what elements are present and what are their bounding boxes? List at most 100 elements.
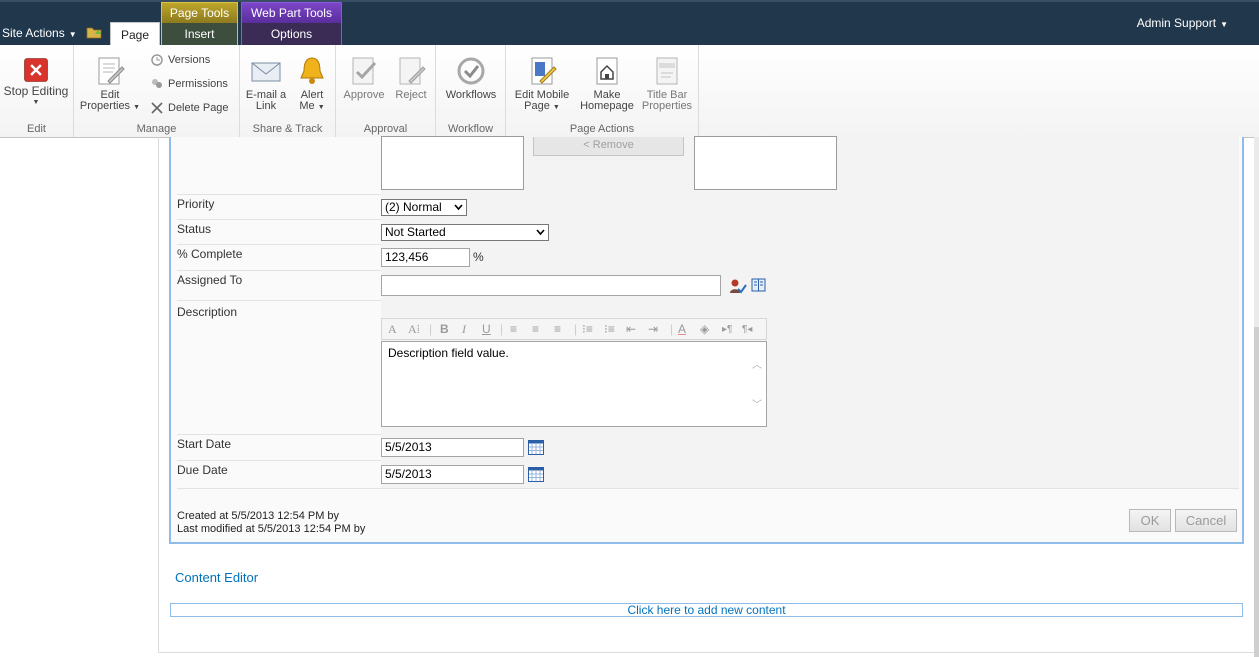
due-date-input[interactable]: 5/5/2013 — [381, 465, 524, 484]
user-name: Admin Support — [1136, 16, 1217, 30]
align-center-icon[interactable]: ≡ — [532, 322, 539, 336]
stop-editing-button[interactable]: Stop Editing ▼ — [2, 57, 70, 108]
site-actions-menu[interactable]: Site Actions ▼ — [2, 26, 77, 40]
numbered-list-icon[interactable]: ⁝≡ — [582, 322, 593, 336]
priority-field: (2) Normal — [381, 194, 1239, 219]
title-bar-properties-icon — [656, 57, 678, 85]
font-size-icon[interactable]: A⁞ — [408, 322, 420, 337]
workflows-button[interactable]: Workflows — [440, 55, 502, 101]
bold-icon[interactable]: B — [440, 322, 449, 336]
tab-insert[interactable]: Insert — [162, 23, 237, 45]
edit-mobile-page-button[interactable]: Edit Mobile Page ▼ — [510, 55, 574, 113]
underline-icon[interactable]: U — [482, 322, 491, 336]
group-label-manage: Manage — [136, 123, 177, 135]
delete-page-label: Delete Page — [168, 102, 229, 114]
page-tools-group: Page Tools Insert — [161, 2, 238, 45]
form-row-description: Description A A⁞ | B I U | ≡ ≡ ≡ | ⁝≡ ⁝≡… — [177, 300, 1239, 435]
home-icon — [596, 57, 618, 85]
priority-select[interactable]: (2) Normal — [381, 199, 467, 216]
site-actions-label: Site Actions — [2, 26, 65, 40]
available-items-listbox[interactable] — [381, 136, 524, 190]
chevron-down-icon: ▼ — [133, 104, 141, 111]
ok-button[interactable]: OK — [1129, 509, 1171, 532]
page-scrollbar[interactable] — [1254, 137, 1259, 657]
form-row-related: < Remove — [177, 136, 1239, 195]
approve-button[interactable]: Approve — [340, 55, 388, 101]
status-select[interactable]: Not Started — [381, 224, 549, 241]
stop-editing-icon — [24, 58, 48, 82]
text-color-icon[interactable]: A — [678, 322, 686, 336]
make-homepage-button[interactable]: Make Homepage — [576, 55, 638, 112]
chevron-down-icon — [536, 229, 545, 236]
reject-button[interactable]: Reject — [390, 55, 432, 101]
highlight-color-icon[interactable]: ◈ — [700, 322, 709, 336]
permissions-button[interactable]: Permissions — [150, 75, 228, 93]
ribbon-group-workflow: Workflows Workflow — [436, 45, 506, 137]
align-right-icon[interactable]: ≡ — [554, 322, 561, 336]
form-row-priority: Priority (2) Normal — [177, 194, 1239, 220]
alert-me-button[interactable]: Alert Me ▼ — [292, 55, 332, 113]
calendar-icon[interactable] — [528, 467, 544, 482]
priority-value: (2) Normal — [385, 200, 442, 214]
check-names-icon[interactable] — [729, 278, 747, 294]
versions-button[interactable]: Versions — [150, 51, 210, 69]
description-value: Description field value. — [388, 346, 509, 360]
edit-mobile-line2: Page — [524, 100, 550, 112]
tab-page[interactable]: Page — [110, 22, 160, 45]
modified-info: Last modified at 5/5/2013 12:54 PM by — [177, 523, 366, 535]
percent-complete-input[interactable]: 123,456 — [381, 248, 470, 267]
chevron-down-icon: ▼ — [317, 104, 325, 111]
assigned-to-input[interactable] — [381, 275, 721, 296]
add-content-link[interactable]: Click here to add new content — [170, 603, 1243, 617]
task-edit-form: < Remove Priority (2) Normal Status Not … — [169, 136, 1244, 544]
delete-icon — [151, 102, 163, 114]
navigate-up-icon[interactable] — [86, 25, 102, 39]
tab-options[interactable]: Options — [242, 23, 341, 45]
chevron-down-icon: ▼ — [68, 30, 77, 39]
workflows-label: Workflows — [445, 89, 497, 101]
italic-icon[interactable]: I — [462, 322, 466, 337]
chevron-down-icon — [454, 204, 463, 211]
delete-page-button[interactable]: Delete Page — [150, 99, 229, 117]
chevron-up-icon[interactable]: ︿ — [752, 356, 762, 371]
start-date-input[interactable]: 5/5/2013 — [381, 438, 524, 457]
form-row-assigned-to: Assigned To — [177, 270, 1239, 301]
selected-items-listbox[interactable] — [694, 136, 837, 190]
rich-text-editor: A A⁞ | B I U | ≡ ≡ ≡ | ⁝≡ ⁝≡ ⇤ ⇥ | A ◈ ▸… — [381, 318, 767, 428]
group-label-workflow: Workflow — [447, 123, 494, 135]
align-left-icon[interactable]: ≡ — [510, 322, 517, 336]
bulleted-list-icon[interactable]: ⁝≡ — [604, 322, 615, 336]
percent-complete-label: % Complete — [177, 247, 243, 261]
address-book-icon[interactable] — [751, 278, 766, 292]
font-icon[interactable]: A — [388, 322, 397, 337]
top-navigation-bar: Site Actions ▼ Page Page Tools Insert Web… — [0, 0, 1259, 45]
toolbar-divider: | — [574, 322, 578, 336]
chevron-down-icon[interactable]: ﹀ — [752, 396, 762, 411]
editor-toolbar: A A⁞ | B I U | ≡ ≡ ≡ | ⁝≡ ⁝≡ ⇤ ⇥ | A ◈ ▸… — [381, 318, 767, 340]
percent-suffix: % — [473, 250, 484, 264]
cancel-button[interactable]: Cancel — [1175, 509, 1237, 532]
edit-properties-icon — [98, 57, 125, 85]
due-date-label: Due Date — [177, 463, 228, 477]
remove-button[interactable]: < Remove — [533, 137, 684, 156]
ltr-icon[interactable]: ▸¶ — [722, 324, 732, 335]
rtl-icon[interactable]: ¶◂ — [742, 324, 752, 335]
email-icon — [251, 62, 281, 82]
calendar-icon[interactable] — [528, 440, 544, 455]
stop-editing-label: Stop Editing — [3, 84, 69, 98]
decrease-indent-icon[interactable]: ⇤ — [626, 322, 636, 336]
ribbon-group-approval: Approve Reject Approval — [336, 45, 436, 137]
priority-label: Priority — [177, 197, 215, 211]
content-editor-title[interactable]: Content Editor — [175, 570, 258, 585]
start-date-label: Start Date — [177, 437, 232, 451]
email-link-button[interactable]: E-mail a Link — [244, 55, 288, 112]
description-editor-area[interactable]: Description field value. ︿ ﹀ — [381, 341, 767, 427]
edit-properties-button[interactable]: Edit Properties ▼ — [78, 55, 142, 113]
user-menu[interactable]: Admin Support ▼ — [1137, 16, 1228, 30]
toolbar-divider: | — [670, 322, 674, 336]
due-date-field: 5/5/2013 — [381, 460, 1239, 488]
title-bar-properties-button[interactable]: Title Bar Properties — [638, 55, 696, 112]
increase-indent-icon[interactable]: ⇥ — [648, 322, 658, 336]
scrollbar-thumb[interactable] — [1254, 327, 1259, 657]
make-home-line2: Homepage — [580, 100, 634, 112]
